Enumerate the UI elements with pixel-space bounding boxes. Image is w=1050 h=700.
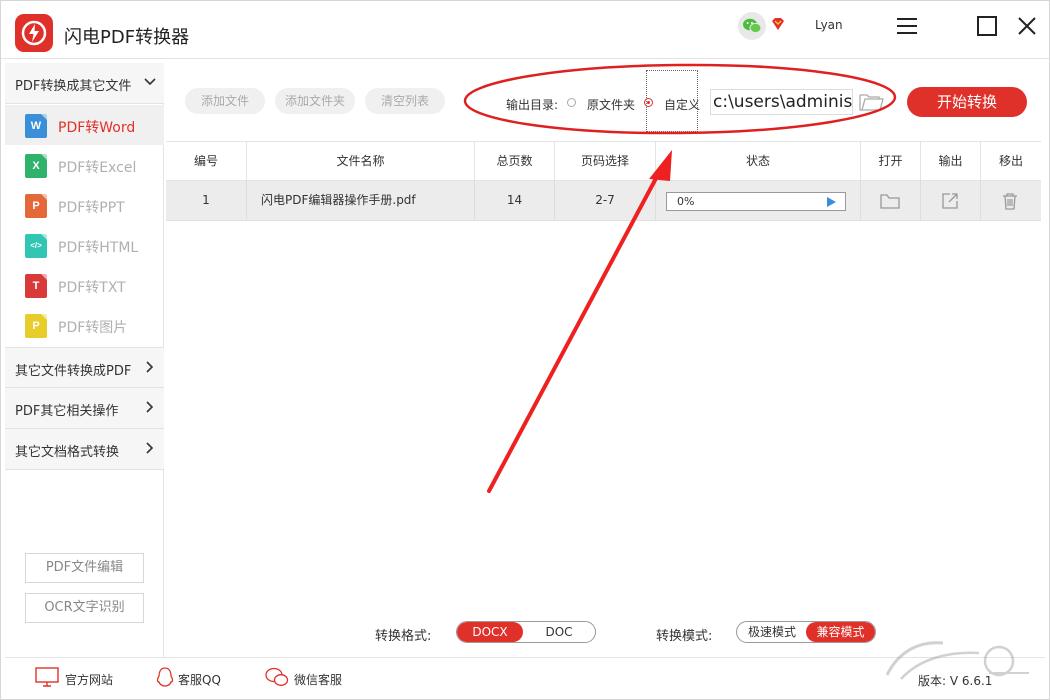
sidebar-item-label: PDF转Excel <box>58 157 136 177</box>
sidebar-item-label: PDF转TXT <box>58 277 126 297</box>
sidebar-group-label: PDF转换成其它文件 <box>15 75 131 94</box>
focus-outline <box>646 70 698 132</box>
output-dir-label: 输出目录: <box>506 96 558 113</box>
sidebar-item-label: PDF转PPT <box>58 197 125 217</box>
monitor-icon <box>35 666 59 688</box>
row-filename: 闪电PDF编辑器操作手册.pdf <box>246 181 474 220</box>
sidebar-group-label: 其它文件转换成PDF <box>15 360 131 379</box>
col-status: 状态 <box>655 142 860 181</box>
format-toggle[interactable]: DOCX DOC <box>456 621 596 643</box>
website-link[interactable]: 官方网站 <box>65 671 113 688</box>
radio-original-folder[interactable] <box>567 98 576 107</box>
radio-original-folder-label[interactable]: 原文件夹 <box>587 96 635 113</box>
sidebar-group-pdf-to-other[interactable]: PDF转换成其它文件 <box>5 63 164 104</box>
col-filename: 文件名称 <box>246 142 474 181</box>
app-window: 闪电PDF转换器 Lyan PDF转换成其它文件 W PDF转Word X <box>0 0 1050 700</box>
sidebar-item-pdf-to-word[interactable]: W PDF转Word <box>5 105 164 145</box>
progress-bar: 0% <box>666 192 846 211</box>
open-output-icon[interactable] <box>940 191 960 211</box>
ocr-button[interactable]: OCR文字识别 <box>25 593 144 623</box>
mode-option-fast[interactable]: 极速模式 <box>737 622 807 642</box>
qq-support-link[interactable]: 客服QQ <box>178 671 221 688</box>
format-label: 转换格式: <box>375 625 431 644</box>
pdf-edit-button[interactable]: PDF文件编辑 <box>25 553 144 583</box>
chevron-down-icon <box>144 76 156 88</box>
format-option-docx[interactable]: DOCX <box>457 622 523 642</box>
format-option-doc[interactable]: DOC <box>523 622 595 642</box>
mode-toggle[interactable]: 极速模式 兼容模式 <box>736 621 876 643</box>
ppt-file-icon: P <box>25 194 47 218</box>
html-file-icon: </> <box>25 234 47 258</box>
chevron-right-icon <box>144 442 156 454</box>
txt-file-icon: T <box>25 274 47 298</box>
col-remove: 移出 <box>980 142 1041 181</box>
wechat-support-link[interactable]: 微信客服 <box>294 671 342 688</box>
sidebar-item-pdf-to-excel[interactable]: X PDF转Excel <box>5 145 164 185</box>
hamburger-menu-icon[interactable] <box>895 14 919 38</box>
row-pages: 14 <box>474 181 554 220</box>
sidebar: PDF转换成其它文件 W PDF转Word X PDF转Excel P PDF转… <box>5 63 164 657</box>
sidebar-item-pdf-to-ppt[interactable]: P PDF转PPT <box>5 185 164 225</box>
chevron-right-icon <box>144 361 156 373</box>
chevron-right-icon <box>144 401 156 413</box>
word-file-icon: W <box>25 114 47 138</box>
progress-text: 0% <box>677 194 694 210</box>
username[interactable]: Lyan <box>815 18 843 32</box>
row-index: 1 <box>166 181 246 220</box>
play-icon[interactable] <box>827 197 836 207</box>
col-index: 编号 <box>166 142 246 181</box>
sidebar-item-pdf-to-image[interactable]: P PDF转图片 <box>5 305 164 345</box>
table-row[interactable]: 1 闪电PDF编辑器操作手册.pdf 14 2-7 0% <box>166 181 1041 221</box>
table-header: 编号 文件名称 总页数 页码选择 状态 打开 输出 移出 <box>166 141 1041 181</box>
app-title: 闪电PDF转换器 <box>64 23 189 49</box>
open-folder-icon[interactable] <box>880 191 900 211</box>
sidebar-item-label: PDF转HTML <box>58 237 138 257</box>
trash-icon[interactable] <box>1000 191 1020 211</box>
close-icon[interactable] <box>1015 14 1039 38</box>
sidebar-item-label: PDF转Word <box>58 117 135 137</box>
col-output: 输出 <box>920 142 980 181</box>
image-file-icon: P <box>25 314 47 338</box>
add-folder-button[interactable]: 添加文件夹 <box>275 88 355 114</box>
output-path-input[interactable]: c:\users\administ <box>710 89 853 115</box>
col-open: 打开 <box>860 142 920 181</box>
wechat-icon[interactable] <box>738 12 766 40</box>
folder-browse-icon[interactable] <box>859 91 885 113</box>
watermark-logo <box>879 631 1039 687</box>
sidebar-group-label: 其它文档格式转换 <box>15 441 119 460</box>
sidebar-group-other-doc-formats[interactable]: 其它文档格式转换 <box>5 429 164 470</box>
wechat-support-icon <box>264 666 288 688</box>
add-file-button[interactable]: 添加文件 <box>185 88 265 114</box>
sidebar-item-pdf-to-txt[interactable]: T PDF转TXT <box>5 265 164 305</box>
row-page-range[interactable]: 2-7 <box>554 181 655 220</box>
sidebar-item-pdf-to-html[interactable]: </> PDF转HTML <box>5 225 164 265</box>
start-convert-button[interactable]: 开始转换 <box>907 87 1027 117</box>
title-bar: 闪电PDF转换器 Lyan <box>1 1 1049 59</box>
lightning-logo-icon <box>15 14 53 52</box>
sidebar-item-label: PDF转图片 <box>58 317 127 337</box>
excel-file-icon: X <box>25 154 47 178</box>
col-pages: 总页数 <box>474 142 554 181</box>
maximize-icon[interactable] <box>975 14 999 38</box>
mode-label: 转换模式: <box>656 625 712 644</box>
vip-diamond-icon[interactable] <box>770 16 786 32</box>
sidebar-group-other-to-pdf[interactable]: 其它文件转换成PDF <box>5 347 164 388</box>
col-page-range: 页码选择 <box>554 142 655 181</box>
qq-icon <box>153 666 177 688</box>
mode-option-compatible[interactable]: 兼容模式 <box>806 622 875 642</box>
clear-list-button[interactable]: 清空列表 <box>365 88 445 114</box>
sidebar-group-label: PDF其它相关操作 <box>15 400 118 419</box>
sidebar-group-pdf-other-ops[interactable]: PDF其它相关操作 <box>5 388 164 429</box>
